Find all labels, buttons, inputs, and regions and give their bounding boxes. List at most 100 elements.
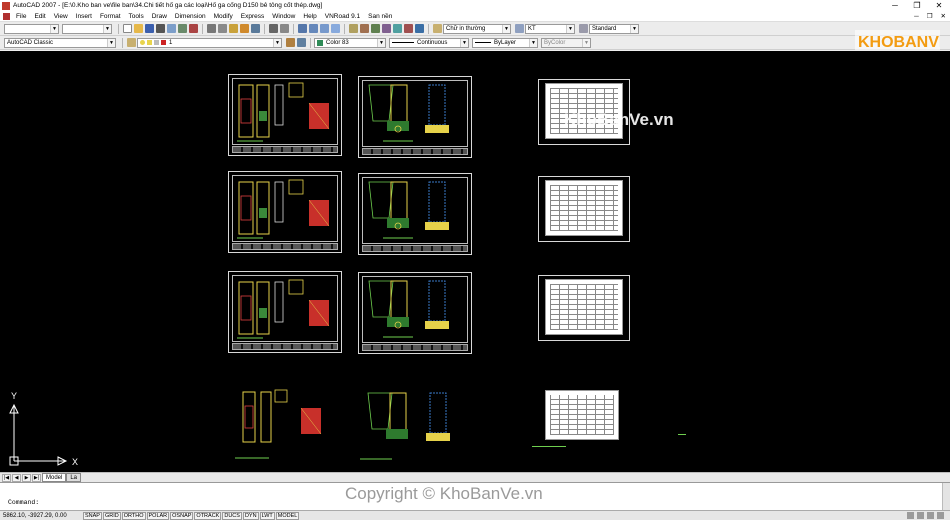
zoom-previous-icon[interactable] xyxy=(331,24,340,33)
paste-icon[interactable] xyxy=(229,24,238,33)
drawing-sheet[interactable] xyxy=(228,271,342,353)
dyn-toggle[interactable]: DYN xyxy=(242,511,259,520)
tab-layout[interactable]: La xyxy=(66,473,82,482)
lwt-toggle[interactable]: LWT xyxy=(259,511,275,520)
title-block xyxy=(362,148,468,155)
empty-combo-2[interactable]: ▼ xyxy=(62,23,112,34)
dim-style-select[interactable]: KT ▼ xyxy=(525,23,575,34)
clean-screen-icon[interactable] xyxy=(937,512,944,519)
polar-toggle[interactable]: POLAR xyxy=(146,511,170,520)
menu-window[interactable]: Window xyxy=(268,13,299,20)
text-style-icon[interactable] xyxy=(433,24,442,33)
snap-toggle[interactable]: SNAP xyxy=(83,511,102,520)
zoom-window-icon[interactable] xyxy=(320,24,329,33)
save-icon[interactable] xyxy=(145,24,154,33)
menu-san-nen[interactable]: San nền xyxy=(364,13,396,20)
open-folder-icon[interactable] xyxy=(134,24,143,33)
text-style-select[interactable]: Chữ in thường ▼ xyxy=(443,23,511,34)
prev-tab-icon[interactable]: ◀ xyxy=(12,473,21,482)
copy-icon[interactable] xyxy=(218,24,227,33)
menu-express[interactable]: Express xyxy=(237,13,268,20)
doc-minimize-button[interactable]: ─ xyxy=(910,13,923,20)
menu-draw[interactable]: Draw xyxy=(148,13,171,20)
menu-format[interactable]: Format xyxy=(96,13,125,20)
match-properties-icon[interactable] xyxy=(240,24,249,33)
table-style-icon[interactable] xyxy=(579,24,588,33)
drawing-sheet[interactable] xyxy=(358,272,472,354)
menu-dimension[interactable]: Dimension xyxy=(171,13,210,20)
drawing-sheet[interactable] xyxy=(358,76,472,158)
osnap-toggle[interactable]: OSNAP xyxy=(170,511,194,520)
table-sheet[interactable] xyxy=(538,275,630,341)
empty-combo[interactable]: ▼ xyxy=(4,23,59,34)
menu-vnroad[interactable]: VNRoad 9.1 xyxy=(321,13,364,20)
tray-settings-icon[interactable] xyxy=(927,512,934,519)
otrack-toggle[interactable]: OTRACK xyxy=(194,511,222,520)
table-sheet[interactable] xyxy=(538,176,630,242)
block-editor-icon[interactable] xyxy=(251,24,260,33)
drawing-sheet[interactable] xyxy=(228,171,342,253)
table-style-select[interactable]: Standard ▼ xyxy=(589,23,639,34)
loose-plan-drawing[interactable] xyxy=(235,386,335,461)
cut-icon[interactable] xyxy=(207,24,216,33)
tool-palettes-icon[interactable] xyxy=(371,24,380,33)
new-file-icon[interactable] xyxy=(123,24,132,33)
make-current-layer-icon[interactable] xyxy=(286,38,295,47)
workspace-select[interactable]: AutoCAD Classic ▼ xyxy=(4,37,116,48)
layer-select[interactable]: 1 ▼ xyxy=(137,37,282,48)
lock-toolbar-icon[interactable] xyxy=(917,512,924,519)
3d-dwf-icon[interactable] xyxy=(189,24,198,33)
last-tab-icon[interactable]: ▶| xyxy=(32,473,41,482)
menu-modify[interactable]: Modify xyxy=(210,13,237,20)
redo-icon[interactable] xyxy=(280,24,289,33)
color-select[interactable]: Color 83 ▼ xyxy=(314,37,386,48)
drawing-sheet[interactable] xyxy=(228,74,342,156)
undo-icon[interactable] xyxy=(269,24,278,33)
design-center-icon[interactable] xyxy=(360,24,369,33)
plotstyle-select[interactable]: ByColor ▼ xyxy=(541,37,591,48)
menu-insert[interactable]: Insert xyxy=(72,13,96,20)
layer-previous-icon[interactable] xyxy=(297,38,306,47)
publish-icon[interactable] xyxy=(178,24,187,33)
linetype-select[interactable]: Continuous ▼ xyxy=(389,37,469,48)
doc-close-button[interactable]: ✕ xyxy=(937,12,950,20)
loose-quantity-table[interactable] xyxy=(545,390,619,440)
doc-restore-button[interactable]: ❐ xyxy=(923,12,937,20)
help-icon[interactable] xyxy=(415,24,424,33)
next-tab-icon[interactable]: ▶ xyxy=(22,473,31,482)
properties-icon[interactable] xyxy=(349,24,358,33)
lineweight-select[interactable]: ByLayer ▼ xyxy=(472,37,538,48)
zoom-realtime-icon[interactable] xyxy=(309,24,318,33)
dim-style-icon[interactable] xyxy=(515,24,524,33)
model-toggle[interactable]: MODEL xyxy=(275,511,300,520)
restore-button[interactable]: ❐ xyxy=(906,0,928,11)
first-tab-icon[interactable]: |◀ xyxy=(2,473,11,482)
close-button[interactable]: ✕ xyxy=(928,0,950,11)
autocad-app-icon[interactable] xyxy=(2,1,10,10)
document-icon[interactable] xyxy=(3,12,10,20)
drawing-sheet[interactable] xyxy=(358,173,472,255)
ducs-toggle[interactable]: DUCS xyxy=(222,511,242,520)
menu-view[interactable]: View xyxy=(50,13,72,20)
plot-preview-icon[interactable] xyxy=(167,24,176,33)
sheet-set-icon[interactable] xyxy=(382,24,391,33)
tab-model[interactable]: Model xyxy=(42,473,67,482)
command-scrollbar[interactable] xyxy=(942,483,950,511)
minimize-button[interactable]: ─ xyxy=(884,0,906,11)
menu-file[interactable]: File xyxy=(12,13,30,20)
layer-properties-icon[interactable] xyxy=(127,38,136,47)
menu-help[interactable]: Help xyxy=(299,13,320,20)
loose-section-drawing[interactable] xyxy=(360,389,460,464)
plan-drawing xyxy=(237,82,330,142)
grid-toggle[interactable]: GRID xyxy=(102,511,121,520)
markup-icon[interactable] xyxy=(393,24,402,33)
coordinate-readout[interactable]: 5862.10, -3927.29, 0.00 xyxy=(0,513,83,519)
menu-edit[interactable]: Edit xyxy=(30,13,49,20)
quickcalc-icon[interactable] xyxy=(404,24,413,33)
ortho-toggle[interactable]: ORTHO xyxy=(121,511,146,520)
plot-icon[interactable] xyxy=(156,24,165,33)
menu-tools[interactable]: Tools xyxy=(125,13,148,20)
drawing-canvas[interactable]: Y X KhoBanVe.vn xyxy=(0,51,950,472)
communication-center-icon[interactable] xyxy=(907,512,914,519)
pan-icon[interactable] xyxy=(298,24,307,33)
